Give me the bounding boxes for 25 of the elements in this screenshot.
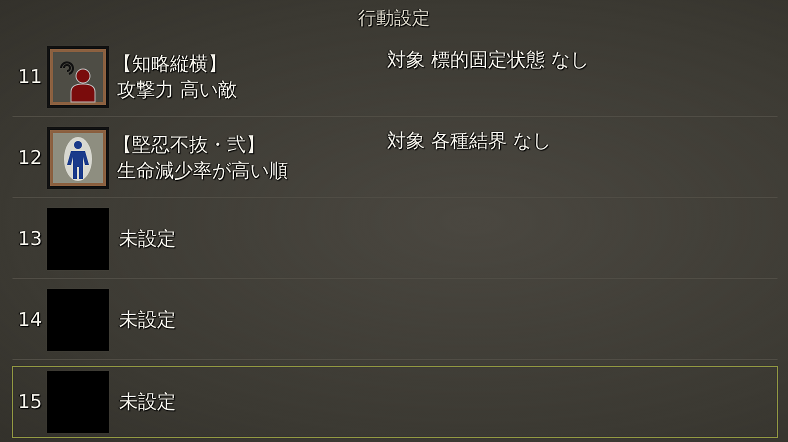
action-row[interactable]: 12 【堅忍不抜・弐】 生命減少率が高い順 対象 各種結界 なし [12, 117, 778, 198]
target-text: 対象 標的固定状態 なし [387, 48, 590, 73]
empty-slot [47, 288, 109, 350]
person-icon [47, 126, 109, 188]
unset-label: 未設定 [119, 226, 176, 252]
person-icon [47, 46, 109, 108]
condition-text: 生命減少率が高い順 [117, 158, 289, 184]
condition-text: 攻撃力 高い敵 [117, 78, 238, 102]
action-row[interactable]: 15 未設定 [12, 366, 778, 438]
target-text: 対象 各種結界 なし [387, 129, 552, 154]
action-row[interactable]: 14 未設定 [12, 279, 778, 360]
action-row[interactable]: 13 未設定 [12, 198, 778, 279]
empty-slot [47, 371, 109, 433]
row-number: 14 [16, 308, 44, 330]
row-number: 11 [16, 66, 44, 88]
skill-name: 【知略縦横】 [113, 52, 228, 76]
row-number: 15 [16, 391, 44, 413]
action-row[interactable]: 11 【知略縦横】 攻撃力 高い敵 対象 標的固定状態 なし [12, 36, 778, 117]
unset-label: 未設定 [119, 308, 176, 332]
empty-slot [47, 208, 109, 270]
skill-name: 【堅忍不抜・弐】 [113, 132, 266, 158]
unset-label: 未設定 [119, 390, 176, 415]
window-title: 行動設定 [357, 7, 431, 31]
row-number: 13 [16, 228, 44, 250]
row-number: 12 [16, 146, 44, 168]
